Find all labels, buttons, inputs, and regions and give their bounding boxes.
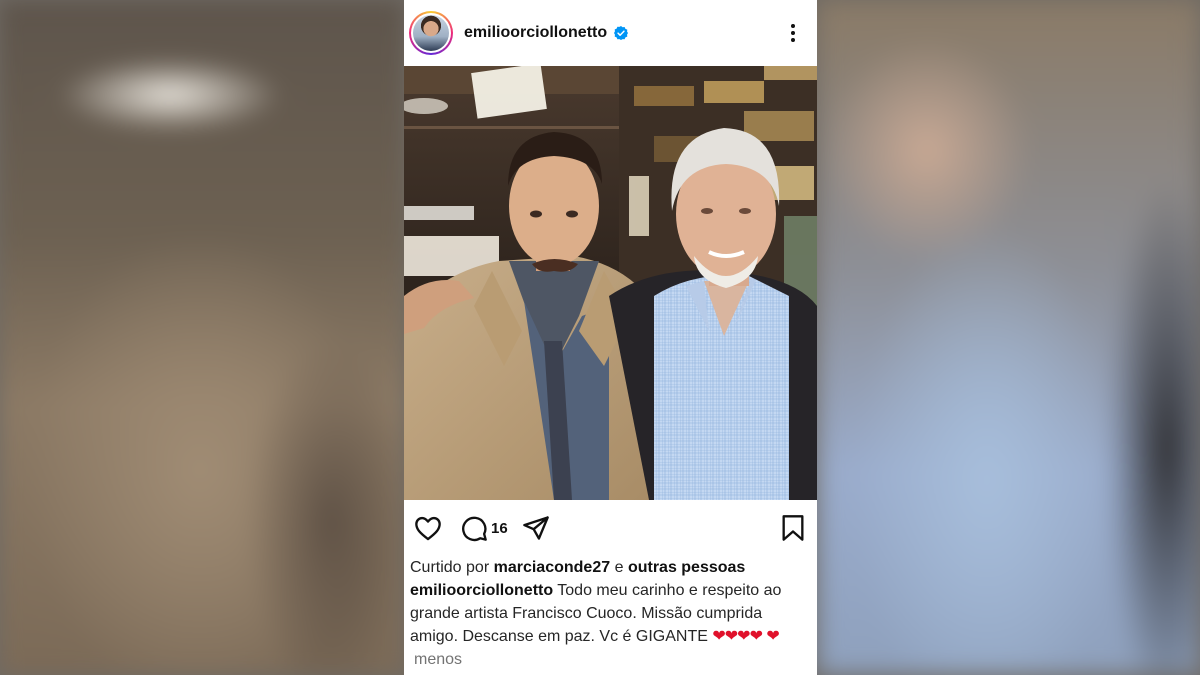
post-actions: 16 — [404, 500, 817, 556]
comment-count: 16 — [491, 519, 508, 537]
post-username[interactable]: emilioorciollonetto — [464, 24, 607, 42]
liked-by-conjunction: e — [614, 559, 624, 576]
bookmark-icon — [782, 515, 804, 541]
caption-username-link[interactable]: emilioorciollonetto — [410, 582, 553, 599]
post-caption: emilioorciollonetto Todo meu carinho e r… — [410, 579, 811, 671]
liked-by-others-link[interactable]: outras pessoas — [628, 559, 745, 576]
show-less-link[interactable]: menos — [414, 651, 462, 668]
blurred-background-left — [0, 0, 404, 675]
save-button[interactable] — [781, 514, 805, 542]
comment-button[interactable]: 16 — [460, 514, 508, 542]
post-header: emilioorciollonetto — [404, 0, 817, 66]
avatar-image — [413, 15, 449, 51]
send-icon — [522, 516, 549, 540]
more-options-button[interactable] — [781, 18, 805, 48]
liked-by-user-link[interactable]: marciaconde27 — [494, 559, 611, 576]
liked-by-line: Curtido por marciaconde27 e outras pesso… — [410, 556, 811, 579]
verified-badge-icon — [614, 26, 629, 40]
more-options-icon — [791, 24, 795, 28]
post-photo-image — [404, 66, 817, 500]
comment-icon — [462, 516, 487, 542]
liked-by-prefix: Curtido por — [410, 559, 490, 576]
post-photo[interactable] — [404, 66, 817, 500]
post-caption-area: Curtido por marciaconde27 e outras pesso… — [404, 556, 817, 671]
share-button[interactable] — [522, 515, 550, 541]
heart-icon — [415, 516, 441, 541]
instagram-post: emilioorciollonetto 16 Curtido por marci… — [404, 0, 817, 675]
caption-heart: ❤ — [766, 628, 779, 645]
profile-avatar[interactable] — [409, 11, 453, 55]
like-button[interactable] — [414, 515, 442, 541]
caption-hearts: ❤❤❤❤ — [712, 628, 763, 645]
blurred-background-right — [817, 0, 1200, 675]
